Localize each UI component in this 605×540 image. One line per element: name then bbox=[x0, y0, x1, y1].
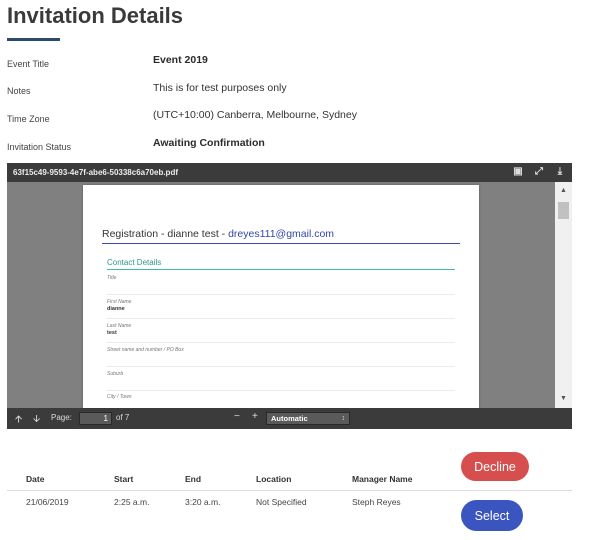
page-count: of 7 bbox=[116, 413, 130, 422]
notes-value: This is for test purposes only bbox=[153, 82, 287, 94]
field-label: Last Name bbox=[107, 323, 132, 329]
contact-details-rule bbox=[107, 269, 455, 270]
time-zone-value: (UTC+10:00) Canberra, Melbourne, Sydney bbox=[153, 109, 357, 121]
page-title: Invitation Details bbox=[7, 3, 184, 28]
event-title-label: Event Title bbox=[7, 59, 50, 69]
title-underline bbox=[7, 38, 60, 41]
arrow-up-icon[interactable]: 🡩 bbox=[15, 412, 22, 429]
field-last-name: Last Name test bbox=[107, 323, 455, 343]
registration-email: dreyes111@gmail.com bbox=[228, 228, 335, 240]
notes-label: Notes bbox=[7, 86, 31, 96]
pdf-toolbar: 🡩 🡫 Page: 1 of 7 − + Automatic ↕ bbox=[7, 408, 572, 429]
chevron-updown-icon: ↕ bbox=[341, 415, 346, 422]
pdf-page: Registration - dianne test - dreyes111@g… bbox=[83, 185, 479, 408]
download-icon[interactable]: ⤓ bbox=[554, 166, 566, 178]
field-label: Suburb bbox=[107, 371, 124, 377]
minus-icon[interactable]: − bbox=[234, 411, 240, 422]
scroll-thumb[interactable] bbox=[558, 202, 569, 219]
pdf-filename: 63f15c49-9593-4e7f-abe6-50338c6a70eb.pdf bbox=[13, 168, 178, 177]
col-header-end: End bbox=[185, 474, 202, 484]
cell-manager: Steph Reyes bbox=[352, 497, 401, 507]
registration-heading-text: Registration - dianne test - bbox=[102, 228, 229, 240]
registration-rule bbox=[102, 243, 460, 244]
plus-icon[interactable]: + bbox=[252, 411, 258, 422]
registration-heading: Registration - dianne test - dreyes111@g… bbox=[102, 228, 334, 240]
scroll-down-icon[interactable]: ▼ bbox=[558, 394, 569, 404]
decline-button[interactable]: Decline bbox=[461, 452, 529, 481]
event-title-value: Event 2019 bbox=[153, 54, 208, 66]
pdf-document-area[interactable]: Registration - dianne test - dreyes111@g… bbox=[7, 182, 572, 408]
field-label: City / Town bbox=[107, 394, 132, 400]
scroll-up-icon[interactable]: ▲ bbox=[558, 186, 569, 196]
col-header-manager: Manager Name bbox=[352, 474, 413, 484]
field-first-name: First Name dianne bbox=[107, 299, 455, 319]
page-number-input[interactable]: 1 bbox=[79, 412, 112, 425]
zoom-value: Automatic bbox=[271, 414, 308, 423]
select-button[interactable]: Select bbox=[461, 500, 523, 531]
cell-end: 3:20 a.m. bbox=[185, 497, 221, 507]
field-label: Title bbox=[107, 275, 117, 281]
cell-location: Not Specified bbox=[256, 497, 307, 507]
zoom-select[interactable]: Automatic ↕ bbox=[266, 412, 350, 425]
field-street: Street name and number / PO Box bbox=[107, 347, 455, 367]
field-title: Title bbox=[107, 275, 455, 295]
arrow-down-icon[interactable]: 🡫 bbox=[33, 412, 40, 429]
pdf-vertical-scrollbar[interactable]: ▲ ▼ bbox=[555, 182, 572, 408]
field-value: dianne bbox=[107, 306, 125, 312]
cell-date: 21/06/2019 bbox=[26, 497, 69, 507]
col-header-location: Location bbox=[256, 474, 292, 484]
field-city: City / Town bbox=[107, 394, 455, 408]
contact-details-heading: Contact Details bbox=[107, 258, 162, 267]
page-label: Page: bbox=[51, 413, 72, 422]
table-header-rule bbox=[7, 490, 572, 491]
cell-start: 2:25 a.m. bbox=[114, 497, 150, 507]
col-header-start: Start bbox=[114, 474, 134, 484]
field-label: Street name and number / PO Box bbox=[107, 347, 184, 353]
pdf-viewer: 63f15c49-9593-4e7f-abe6-50338c6a70eb.pdf… bbox=[7, 163, 572, 429]
presentation-icon[interactable]: ▣ bbox=[512, 166, 524, 178]
col-header-date: Date bbox=[26, 474, 45, 484]
field-value: test bbox=[107, 330, 117, 336]
field-suburb: Suburb bbox=[107, 371, 455, 391]
fullscreen-icon[interactable]: ⤢ bbox=[533, 166, 545, 178]
pdf-viewer-header: 63f15c49-9593-4e7f-abe6-50338c6a70eb.pdf… bbox=[7, 163, 572, 182]
field-label: First Name bbox=[107, 299, 132, 305]
invitation-status-value: Awaiting Confirmation bbox=[153, 137, 265, 149]
time-zone-label: Time Zone bbox=[7, 114, 50, 124]
invitation-status-label: Invitation Status bbox=[7, 142, 72, 152]
